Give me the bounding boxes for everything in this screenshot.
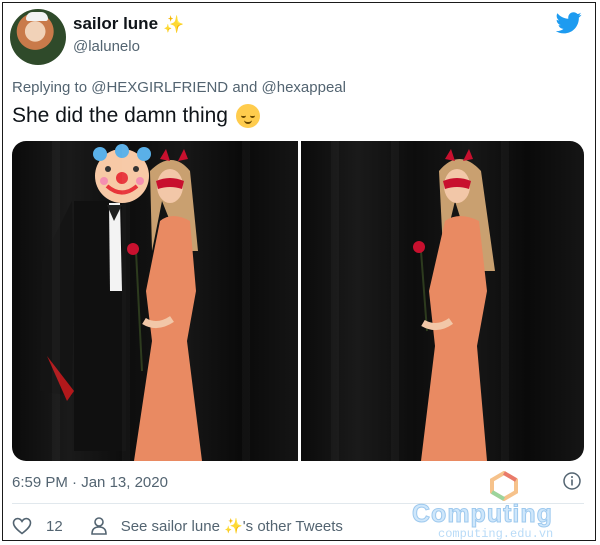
tweet-timestamp[interactable]: 6:59 PM · Jan 13, 2020 [12,474,168,491]
time-separator: · [72,474,78,491]
see-tweets-suffix: 's other Tweets [242,517,343,535]
twitter-bird-icon[interactable] [556,12,582,34]
tweet-text: She did the damn thing [12,104,260,128]
reply-prefix: Replying to [12,79,88,96]
person-icon [90,517,107,535]
display-name[interactable]: sailor lune [73,14,158,34]
author-name-row[interactable]: sailor lune ✨ [73,14,184,34]
computing-logo-icon [490,471,518,501]
watermark-title: Computing [412,500,553,529]
single-illustration [413,149,495,461]
replying-to: Replying to @HEXGIRLFRIEND and @hexappea… [12,79,346,96]
mention-hexappeal[interactable]: @hexappeal [262,79,346,96]
see-tweets-prefix: See sailor lune [120,517,220,535]
reply-and: and [232,79,258,96]
sparkle-icon: ✨ [163,14,185,34]
avatar[interactable] [10,9,66,65]
computing-watermark: Computing computing.edu.vn [412,468,598,542]
tweet-actions: 12 See sailor lune ✨'s other Tweets [12,516,343,536]
costume-photo-couple[interactable] [12,141,298,461]
see-other-tweets-link[interactable]: See sailor lune ✨'s other Tweets [121,518,343,535]
relieved-face-emoji [236,104,260,128]
costume-photo-single[interactable] [301,141,584,461]
tweet-date: Jan 13, 2020 [81,474,168,491]
heart-icon[interactable] [12,517,32,535]
tweet-body: She did the damn thing [12,104,228,127]
mention-hexgirlfriend[interactable]: @HEXGIRLFRIEND [91,79,228,96]
sparkle-icon: ✨ [224,517,243,535]
watermark-subtitle: computing.edu.vn [438,527,554,541]
like-count[interactable]: 12 [46,518,63,535]
tweet-time: 6:59 PM [12,474,68,491]
user-handle[interactable]: @lalunelo [73,38,140,55]
